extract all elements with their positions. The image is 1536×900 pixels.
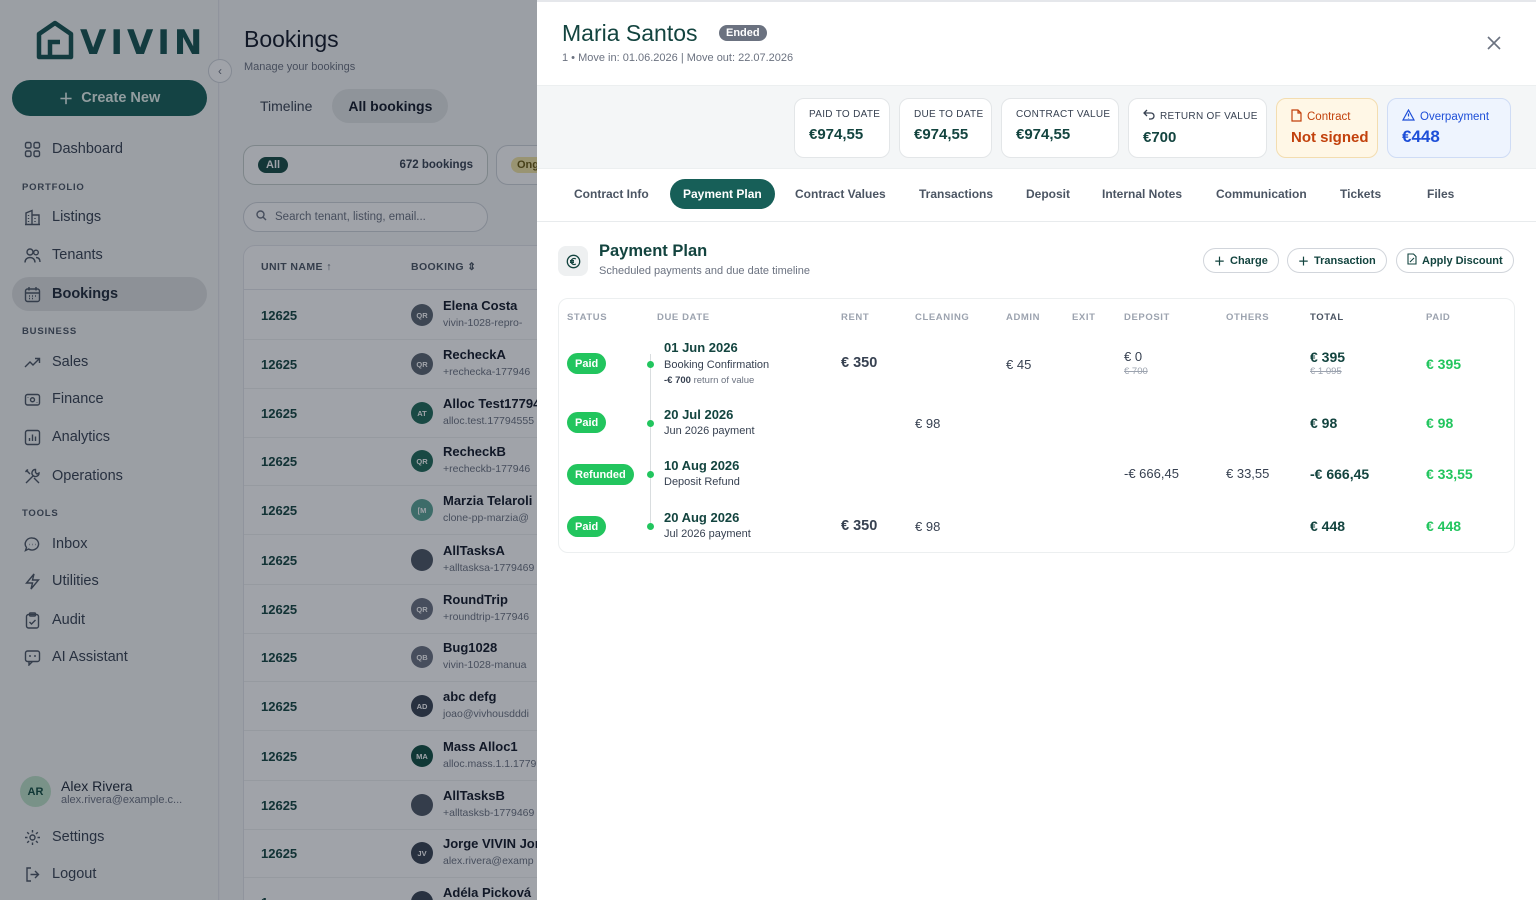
col-total: TOTAL	[1310, 312, 1344, 323]
paid-cell: € 448	[1426, 518, 1462, 534]
col-status: STATUS	[567, 312, 608, 323]
stat-paid-to-date: PAID TO DATE €974,55	[794, 98, 890, 158]
status-badge: Paid	[567, 353, 607, 374]
due-date: 20 Aug 2026	[664, 510, 740, 525]
col-exit: EXIT	[1072, 312, 1096, 323]
payment-plan-table: STATUS DUE DATE RENT CLEANING ADMIN EXIT…	[558, 298, 1515, 553]
payment-row[interactable]: Paid 01 Jun 2026 Booking Confirmation -€…	[559, 339, 1516, 389]
total-old-cell: € 1 095	[1310, 366, 1342, 377]
due-date: 20 Jul 2026	[664, 407, 734, 422]
stat-due-to-date: DUE TO DATE €974,55	[899, 98, 992, 158]
return-note: -€ 700 return of value	[664, 375, 755, 386]
stat-label: CONTRACT VALUE	[1016, 109, 1111, 120]
stat-value: €448	[1402, 127, 1440, 146]
stat-label: RETURN OF VALUE	[1143, 109, 1257, 123]
percent-doc-icon	[1407, 253, 1417, 268]
tab-transactions[interactable]: Transactions	[906, 179, 1006, 209]
modal-overlay[interactable]	[0, 0, 537, 900]
admin-cell: € 45	[1006, 357, 1032, 372]
rent-cell: € 350	[841, 518, 878, 534]
col-rent: RENT	[841, 312, 870, 323]
stat-value: €974,55	[809, 126, 864, 143]
stat-value: €974,55	[914, 126, 969, 143]
due-date: 10 Aug 2026	[664, 458, 740, 473]
col-admin: ADMIN	[1006, 312, 1041, 323]
tab-contract-values[interactable]: Contract Values	[782, 179, 899, 209]
col-paid: PAID	[1426, 312, 1451, 323]
stat-label: PAID TO DATE	[809, 109, 881, 120]
due-date: 01 Jun 2026	[664, 340, 738, 355]
timeline-dot	[647, 471, 654, 478]
timeline-dot	[647, 420, 654, 427]
stat-label: Overpayment	[1401, 108, 1496, 124]
add-transaction-button[interactable]: ＋ Transaction	[1287, 248, 1387, 273]
due-description: Deposit Refund	[664, 476, 740, 488]
stat-value: Not signed	[1291, 129, 1369, 146]
tab-communication[interactable]: Communication	[1203, 179, 1320, 209]
stat-value: €700	[1143, 129, 1177, 146]
plus-icon: ＋	[1214, 255, 1225, 268]
stat-contract-value: CONTRACT VALUE €974,55	[1001, 98, 1119, 158]
tab-deposit[interactable]: Deposit	[1013, 179, 1083, 209]
status-badge: Paid	[567, 516, 607, 537]
total-cell: -€ 666,45	[1310, 466, 1370, 482]
apply-discount-button[interactable]: Apply Discount	[1396, 248, 1514, 273]
due-description: Booking Confirmation	[664, 359, 770, 371]
tab-tickets[interactable]: Tickets	[1327, 179, 1394, 209]
others-cell: € 33,55	[1226, 466, 1270, 481]
cleaning-cell: € 98	[915, 416, 941, 431]
tenant-name: Maria Santos	[562, 20, 698, 46]
payment-row[interactable]: Paid 20 Jul 2026 Jun 2026 payment € 98 €…	[559, 407, 1516, 457]
status-badge: Refunded	[567, 464, 634, 485]
euro-icon	[558, 246, 588, 276]
stat-return-of-value: RETURN OF VALUE €700	[1128, 98, 1267, 158]
paid-cell: € 98	[1426, 415, 1454, 431]
tab-internal-notes[interactable]: Internal Notes	[1089, 179, 1195, 209]
col-deposit: DEPOSIT	[1124, 312, 1170, 323]
booking-drawer: Maria Santos Ended 1 • Move in: 01.06.20…	[537, 0, 1536, 900]
deposit-old-cell: € 700	[1124, 366, 1148, 377]
col-others: OTHERS	[1226, 312, 1270, 323]
stat-overpayment[interactable]: Overpayment €448	[1387, 98, 1511, 158]
plus-icon: ＋	[1298, 255, 1309, 268]
stats-band: PAID TO DATE €974,55 DUE TO DATE €974,55…	[537, 85, 1536, 169]
payment-row[interactable]: Refunded 10 Aug 2026 Deposit Refund -€ 6…	[559, 458, 1516, 508]
close-icon[interactable]	[1485, 34, 1503, 52]
due-description: Jun 2026 payment	[664, 425, 755, 437]
status-badge: Paid	[567, 412, 607, 433]
tab-contract-info[interactable]: Contract Info	[561, 179, 662, 209]
payment-row[interactable]: Paid 20 Aug 2026 Jul 2026 payment € 350 …	[559, 510, 1516, 560]
add-charge-button[interactable]: ＋ Charge	[1203, 248, 1279, 273]
tab-payment-plan[interactable]: Payment Plan	[670, 179, 775, 209]
tab-files[interactable]: Files	[1414, 179, 1467, 209]
cleaning-cell: € 98	[915, 519, 941, 534]
stat-contract[interactable]: Contract Not signed	[1276, 98, 1378, 158]
stat-label: DUE TO DATE	[914, 109, 984, 120]
total-cell: € 448	[1310, 518, 1346, 534]
stat-value: €974,55	[1016, 126, 1071, 143]
document-icon	[1291, 109, 1302, 125]
total-cell: € 395	[1310, 349, 1346, 365]
booking-meta: 1 • Move in: 01.06.2026 | Move out: 22.0…	[562, 52, 794, 64]
payment-plan-title: Payment Plan	[599, 242, 708, 260]
payment-plan-subtitle: Scheduled payments and due date timeline	[599, 265, 810, 277]
warning-icon	[1401, 108, 1416, 124]
stat-label: Contract	[1291, 109, 1363, 125]
drawer-tabs: Contract Info Payment Plan Contract Valu…	[537, 169, 1536, 222]
paid-cell: € 395	[1426, 356, 1462, 372]
total-cell: € 98	[1310, 415, 1338, 431]
paid-cell: € 33,55	[1426, 466, 1473, 482]
status-badge: Ended	[719, 25, 767, 41]
deposit-cell: € 0	[1124, 349, 1143, 364]
col-due-date: DUE DATE	[657, 312, 710, 323]
rent-cell: € 350	[841, 355, 878, 371]
return-arrow-icon	[1143, 109, 1155, 123]
timeline-dot	[647, 523, 654, 530]
due-description: Jul 2026 payment	[664, 528, 751, 540]
timeline-dot	[647, 361, 654, 368]
deposit-cell: -€ 666,45	[1124, 466, 1179, 481]
col-cleaning: CLEANING	[915, 312, 970, 323]
